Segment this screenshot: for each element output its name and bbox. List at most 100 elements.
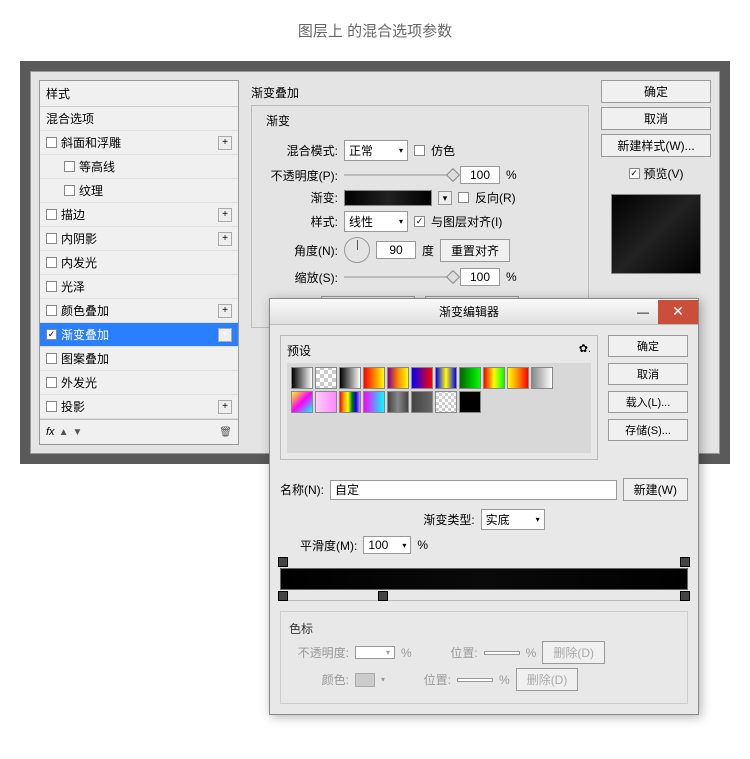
style-item[interactable]: 内发光 bbox=[40, 251, 238, 275]
expand-icon[interactable]: + bbox=[218, 328, 232, 342]
style-checkbox[interactable] bbox=[46, 281, 57, 292]
dither-checkbox[interactable] bbox=[414, 145, 425, 156]
preset-swatch[interactable] bbox=[411, 391, 433, 413]
preset-swatch[interactable] bbox=[411, 367, 433, 389]
ge-ok-button[interactable]: 确定 bbox=[608, 335, 688, 357]
style-item[interactable]: 描边 + bbox=[40, 203, 238, 227]
preset-swatch[interactable] bbox=[435, 367, 457, 389]
expand-icon[interactable]: + bbox=[218, 208, 232, 222]
ge-save-button[interactable]: 存储(S)... bbox=[608, 419, 688, 441]
preset-swatch[interactable] bbox=[339, 367, 361, 389]
gradient-preview[interactable] bbox=[344, 190, 432, 206]
style-checkbox[interactable] bbox=[46, 305, 57, 316]
preset-swatch[interactable] bbox=[291, 391, 313, 413]
style-checkbox[interactable] bbox=[64, 161, 75, 172]
preset-swatch[interactable] bbox=[387, 367, 409, 389]
preset-swatch[interactable] bbox=[291, 367, 313, 389]
blend-options-row[interactable]: 混合选项 bbox=[40, 107, 238, 131]
blend-mode-select[interactable]: 正常▾ bbox=[344, 140, 408, 161]
gradient-bar[interactable] bbox=[280, 568, 688, 590]
opacity-slider[interactable] bbox=[344, 174, 454, 176]
smooth-input[interactable]: 100▾ bbox=[363, 536, 411, 554]
degree-label: 度 bbox=[422, 242, 434, 259]
expand-icon[interactable]: + bbox=[218, 400, 232, 414]
preset-swatch[interactable] bbox=[459, 367, 481, 389]
style-checkbox[interactable] bbox=[46, 137, 57, 148]
color-stop-left[interactable] bbox=[278, 591, 288, 601]
style-item[interactable]: 纹理 bbox=[40, 179, 238, 203]
preset-swatch[interactable] bbox=[363, 391, 385, 413]
style-label: 描边 bbox=[61, 206, 85, 223]
preset-swatch[interactable] bbox=[483, 367, 505, 389]
preview-label: 预览(V) bbox=[644, 165, 684, 182]
preset-swatch[interactable] bbox=[507, 367, 529, 389]
preset-swatch[interactable] bbox=[363, 367, 385, 389]
angle-input[interactable]: 90 bbox=[376, 241, 416, 259]
style-item[interactable]: 颜色叠加+ bbox=[40, 299, 238, 323]
arrow-up-icon[interactable]: ▲ bbox=[59, 427, 69, 438]
preset-swatch[interactable] bbox=[339, 391, 361, 413]
minimize-icon[interactable]: — bbox=[628, 300, 658, 324]
trash-icon[interactable]: 🗑 bbox=[219, 427, 232, 438]
preset-swatch[interactable] bbox=[315, 367, 337, 389]
align-checkbox[interactable] bbox=[414, 216, 425, 227]
preset-swatch[interactable] bbox=[435, 391, 457, 413]
style-checkbox[interactable] bbox=[46, 401, 57, 412]
expand-icon[interactable]: + bbox=[218, 232, 232, 246]
opacity-field-label: 不透明度: bbox=[289, 644, 349, 661]
style-item[interactable]: 斜面和浮雕+ bbox=[40, 131, 238, 155]
style-checkbox[interactable] bbox=[46, 233, 57, 244]
style-item[interactable]: 渐变叠加+ bbox=[40, 323, 238, 347]
type-select[interactable]: 实底▾ bbox=[481, 509, 545, 530]
opacity-stop-right[interactable] bbox=[680, 557, 690, 567]
style-checkbox[interactable] bbox=[46, 353, 57, 364]
expand-icon[interactable]: + bbox=[218, 136, 232, 150]
scale-input[interactable]: 100 bbox=[460, 268, 500, 286]
cancel-button[interactable]: 取消 bbox=[601, 107, 711, 130]
opacity-input[interactable]: 100 bbox=[460, 166, 500, 184]
preset-swatch[interactable] bbox=[531, 367, 553, 389]
close-icon[interactable]: ✕ bbox=[658, 300, 698, 324]
arrow-down-icon[interactable]: ▼ bbox=[72, 427, 82, 438]
gradient-dropdown-icon[interactable]: ▾ bbox=[438, 191, 452, 205]
style-checkbox[interactable] bbox=[46, 209, 57, 220]
pct-label-2: % bbox=[506, 270, 517, 284]
new-style-button[interactable]: 新建样式(W)... bbox=[601, 134, 711, 157]
angle-dial[interactable] bbox=[344, 237, 370, 263]
reverse-checkbox[interactable] bbox=[458, 192, 469, 203]
presets-gear-icon[interactable]: ✿. bbox=[579, 342, 591, 359]
style-item[interactable]: 投影+ bbox=[40, 395, 238, 419]
style-checkbox[interactable] bbox=[46, 329, 57, 340]
fieldset-title: 渐变 bbox=[262, 112, 294, 129]
style-checkbox[interactable] bbox=[46, 377, 57, 388]
ge-load-button[interactable]: 载入(L)... bbox=[608, 391, 688, 413]
style-item[interactable]: 等高线 bbox=[40, 155, 238, 179]
preset-swatch[interactable] bbox=[459, 391, 481, 413]
style-label: 样式: bbox=[262, 213, 338, 230]
style-checkbox[interactable] bbox=[46, 257, 57, 268]
reset-align-button[interactable]: 重置对齐 bbox=[440, 239, 510, 262]
color-stop-mid[interactable] bbox=[378, 591, 388, 601]
style-select[interactable]: 线性▾ bbox=[344, 211, 408, 232]
gradient-bar-wrap bbox=[280, 568, 688, 590]
style-item[interactable]: 光泽 bbox=[40, 275, 238, 299]
color-stop-right[interactable] bbox=[680, 591, 690, 601]
preset-swatch[interactable] bbox=[387, 391, 409, 413]
presets-box: 预设 ✿. bbox=[280, 335, 598, 460]
style-item[interactable]: 内阴影+ bbox=[40, 227, 238, 251]
preset-swatch[interactable] bbox=[315, 391, 337, 413]
style-item[interactable]: 图案叠加 bbox=[40, 347, 238, 371]
style-checkbox[interactable] bbox=[64, 185, 75, 196]
ok-button[interactable]: 确定 bbox=[601, 80, 711, 103]
name-input[interactable] bbox=[330, 480, 617, 500]
style-item[interactable]: 外发光 bbox=[40, 371, 238, 395]
preview-checkbox[interactable] bbox=[629, 168, 640, 179]
pct-label: % bbox=[506, 168, 517, 182]
gradient-editor-titlebar[interactable]: 渐变编辑器 — ✕ bbox=[270, 299, 698, 325]
ge-new-button[interactable]: 新建(W) bbox=[623, 478, 688, 501]
opacity-stop-left[interactable] bbox=[278, 557, 288, 567]
expand-icon[interactable]: + bbox=[218, 304, 232, 318]
scale-slider[interactable] bbox=[344, 276, 454, 278]
ge-cancel-button[interactable]: 取消 bbox=[608, 363, 688, 385]
presets-label: 预设 bbox=[287, 342, 311, 359]
